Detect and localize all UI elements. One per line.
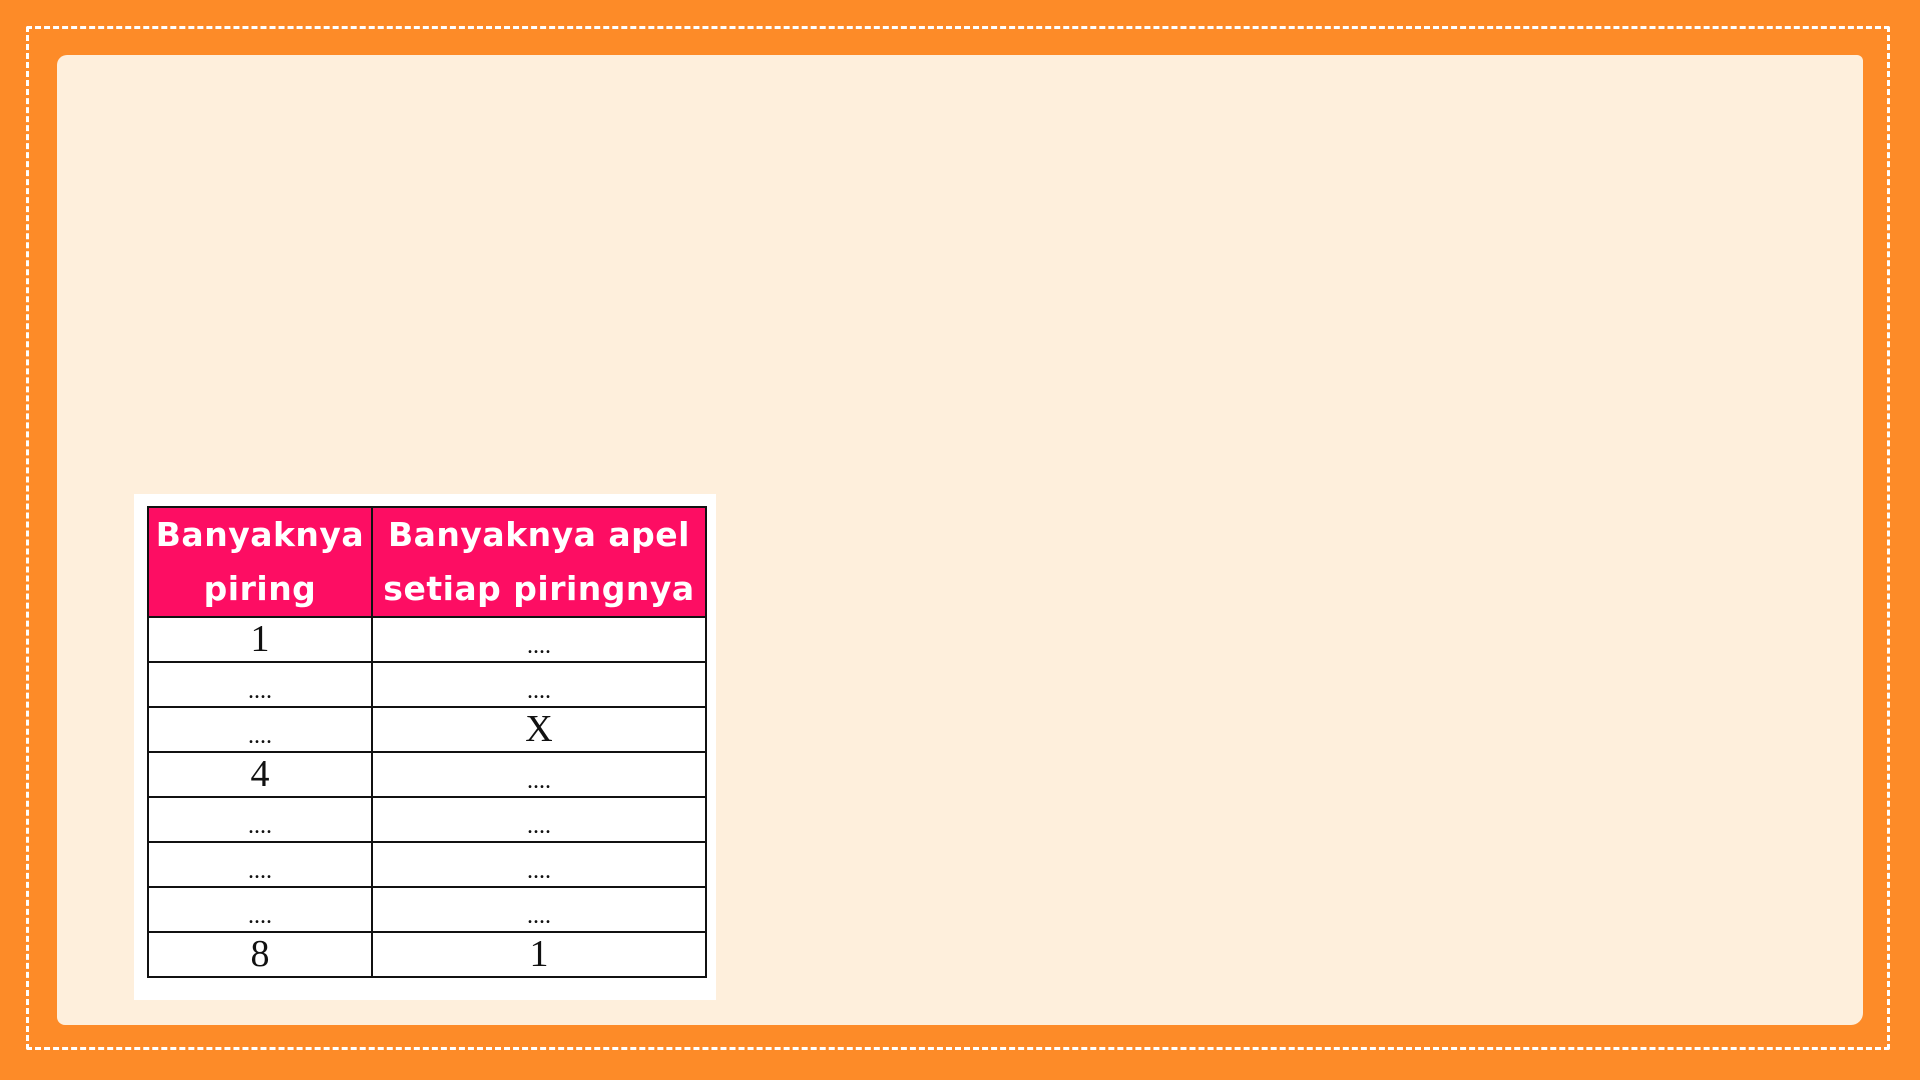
cell-apples: .... [371,661,707,708]
cell-plates: .... [147,796,373,843]
cell-plates: 4 [147,751,373,798]
cell-plates: .... [147,661,373,708]
cell-plates: 8 [147,931,373,978]
header-plates-line2: piring [203,569,317,608]
cell-plates: .... [147,886,373,933]
table-row: 8 1 [147,931,707,978]
cell-apples: 1 [371,931,707,978]
cell-apples: .... [371,886,707,933]
table-row: .... .... [147,661,707,708]
table-row: .... X [147,706,707,753]
header-apples-line2: setiap piringnya [383,569,695,608]
table-header-row: Banyaknya piring Banyaknya apel setiap p… [147,506,707,618]
table-row: 4 .... [147,751,707,798]
table-row: .... .... [147,796,707,843]
table-row: 1 .... [147,616,707,663]
header-apples-line1: Banyaknya apel [388,515,690,554]
header-apples-per-plate: Banyaknya apel setiap piringnya [371,506,707,618]
cell-apples: .... [371,841,707,888]
cell-apples: .... [371,796,707,843]
cell-apples: X [371,706,707,753]
table-row: .... .... [147,886,707,933]
cell-plates: .... [147,706,373,753]
cell-apples: .... [371,751,707,798]
table-row: .... .... [147,841,707,888]
header-plates: Banyaknya piring [147,506,373,618]
cell-apples: .... [371,616,707,663]
slide-frame: Banyaknya piring Banyaknya apel setiap p… [0,0,1920,1080]
cell-plates: .... [147,841,373,888]
header-plates-line1: Banyaknya [155,515,365,554]
table-container: Banyaknya piring Banyaknya apel setiap p… [134,494,716,1000]
apple-plate-table: Banyaknya piring Banyaknya apel setiap p… [147,506,707,978]
cell-plates: 1 [147,616,373,663]
